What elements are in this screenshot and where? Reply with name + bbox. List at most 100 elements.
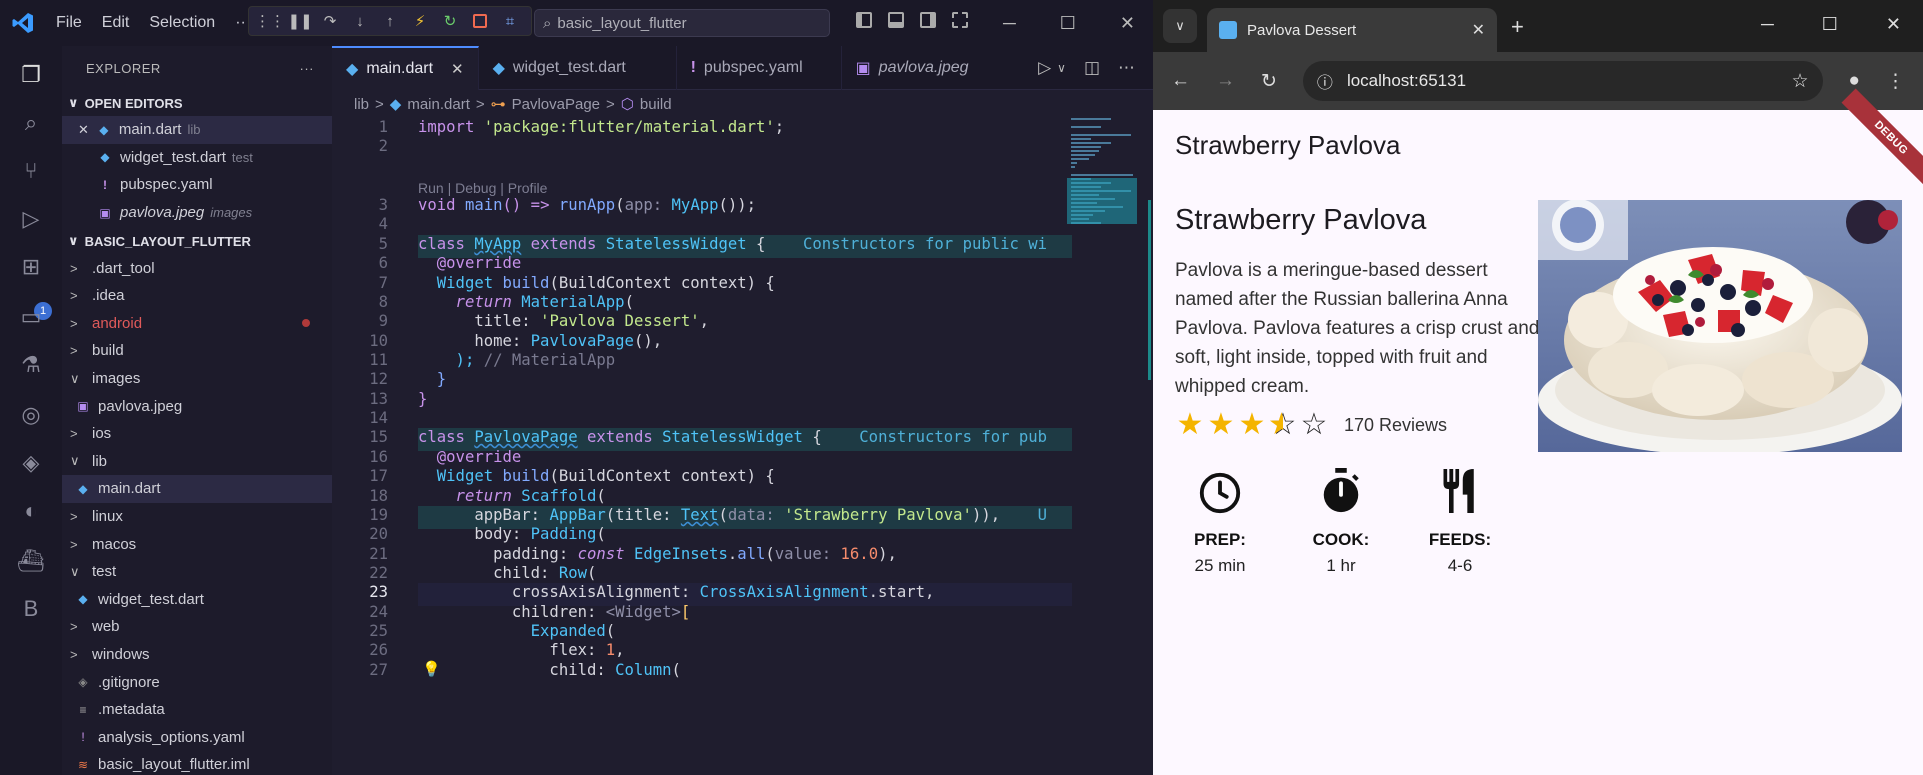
tree-item[interactable]: > android bbox=[62, 310, 332, 338]
tree-item[interactable]: ◈ .gitignore bbox=[62, 668, 332, 696]
customize-layout-icon[interactable] bbox=[952, 12, 968, 28]
step-into-icon[interactable]: ↓ bbox=[350, 11, 370, 31]
vscode-logo-icon[interactable] bbox=[0, 0, 46, 46]
tree-item[interactable]: > web bbox=[62, 613, 332, 641]
step-over-icon[interactable]: ↷ bbox=[320, 11, 340, 31]
run-dropdown-icon[interactable]: ∨ bbox=[1057, 61, 1066, 75]
toggle-primary-sidebar-icon[interactable] bbox=[856, 12, 872, 28]
reload-icon[interactable]: ↻ bbox=[1261, 70, 1277, 93]
menu-file[interactable]: File bbox=[46, 0, 92, 46]
tree-item[interactable]: ∨ test bbox=[62, 558, 332, 586]
tree-item[interactable]: > macos bbox=[62, 530, 332, 558]
command-center-search[interactable]: ⌕ basic_layout_flutter bbox=[534, 9, 830, 37]
address-bar[interactable]: ⓘ localhost:65131 ☆ bbox=[1302, 61, 1823, 101]
tree-item[interactable]: > windows bbox=[62, 641, 332, 669]
close-icon[interactable]: ✕ bbox=[1886, 14, 1901, 35]
tree-item[interactable]: ≋ basic_layout_flutter.iml bbox=[62, 751, 332, 775]
pause-icon[interactable]: ❚❚ bbox=[287, 11, 312, 31]
tab-pubspec[interactable]: ! pubspec.yaml bbox=[677, 46, 842, 90]
open-editor-item[interactable]: ▣ pavlova.jpeg images bbox=[62, 199, 332, 227]
restart-icon[interactable]: ↻ bbox=[440, 11, 460, 31]
tree-item-label: android bbox=[92, 314, 143, 332]
minimize-icon[interactable]: ─ bbox=[1003, 13, 1016, 34]
tree-item[interactable]: > ios bbox=[62, 420, 332, 448]
menu-selection[interactable]: Selection bbox=[139, 0, 225, 46]
open-editor-item[interactable]: ! pubspec.yaml bbox=[62, 171, 332, 199]
tree-item[interactable]: ≡ .metadata bbox=[62, 696, 332, 724]
tab-pavlova-jpeg[interactable]: ▣ pavlova.jpeg bbox=[842, 46, 983, 90]
minimap[interactable] bbox=[1067, 118, 1153, 248]
tree-item[interactable]: ▣ pavlova.jpeg bbox=[62, 392, 332, 420]
inspect-icon[interactable]: ⌗ bbox=[500, 11, 520, 31]
source-control-icon[interactable]: ⑂ bbox=[16, 156, 46, 186]
tree-item[interactable]: > linux bbox=[62, 503, 332, 531]
url-text: localhost:65131 bbox=[1346, 71, 1467, 90]
extensions-icon[interactable]: ⊞ bbox=[16, 252, 46, 282]
explorer-more-icon[interactable]: ··· bbox=[300, 61, 315, 76]
code-editor[interactable]: 1 2 3 4 5 6 7 8 9 10 11 12 13 14 15 16 17 18 19 20 21 22 23 24 2… bbox=[332, 118, 1072, 775]
forward-icon[interactable]: → bbox=[1216, 70, 1235, 92]
step-out-icon[interactable]: ↑ bbox=[380, 11, 400, 31]
minimap-line bbox=[1071, 174, 1133, 176]
tree-item[interactable]: ∨ images bbox=[62, 365, 332, 393]
tree-item[interactable]: ◆ widget_test.dart bbox=[62, 586, 332, 614]
menu-icon[interactable]: ⋮ bbox=[1886, 70, 1905, 93]
tree-item[interactable]: ! analysis_options.yaml bbox=[62, 723, 332, 751]
split-editor-icon[interactable]: ◫ bbox=[1084, 58, 1100, 78]
tree-item[interactable]: ∨ lib bbox=[62, 448, 332, 476]
tree-item[interactable]: > build bbox=[62, 337, 332, 365]
file-tree: > .dart_tool > .idea > android > build ∨ images ▣ p… bbox=[62, 254, 332, 775]
docker-icon[interactable]: ⛴ bbox=[16, 546, 46, 576]
remote-explorer-icon[interactable]: ▭ bbox=[16, 302, 46, 332]
toggle-panel-icon[interactable] bbox=[888, 12, 904, 28]
toggle-secondary-sidebar-icon[interactable] bbox=[920, 12, 936, 28]
minimize-icon[interactable]: ─ bbox=[1761, 14, 1774, 35]
stop-icon[interactable] bbox=[470, 11, 490, 31]
breadcrumb-file[interactable]: main.dart bbox=[407, 96, 470, 113]
back-icon[interactable]: ← bbox=[1171, 70, 1190, 92]
menu-edit[interactable]: Edit bbox=[92, 0, 140, 46]
bookmark-star-icon[interactable]: ☆ bbox=[1791, 70, 1808, 93]
site-info-icon[interactable]: ⓘ bbox=[1317, 69, 1333, 93]
tab-search-icon[interactable]: ∨ bbox=[1163, 9, 1197, 43]
search-icon[interactable]: ⌕ bbox=[16, 108, 46, 138]
gitlens-icon[interactable]: ◎ bbox=[16, 400, 46, 430]
more-actions-icon[interactable]: ⋯ bbox=[1118, 58, 1135, 78]
tab-main-dart[interactable]: ◆ main.dart ✕ bbox=[332, 46, 479, 90]
b-extension-icon[interactable]: B bbox=[16, 594, 46, 624]
drag-handle-icon[interactable]: ⋮⋮ bbox=[255, 11, 285, 31]
explorer-icon[interactable]: ❐ bbox=[16, 60, 46, 90]
minimap-viewport[interactable] bbox=[1067, 178, 1137, 224]
open-editor-item[interactable]: ✕ ◆ main.dart lib bbox=[62, 116, 332, 144]
edge-icon[interactable]: ◐ bbox=[16, 496, 46, 526]
breadcrumb-method[interactable]: build bbox=[640, 96, 672, 113]
tab-widget-test[interactable]: ◆ widget_test.dart bbox=[479, 46, 677, 90]
maximize-icon[interactable]: ☐ bbox=[1822, 14, 1838, 35]
close-tab-icon[interactable]: ✕ bbox=[1472, 20, 1485, 40]
browser-tab[interactable]: Pavlova Dessert ✕ bbox=[1207, 8, 1497, 52]
breadcrumb-class[interactable]: PavlovaPage bbox=[512, 96, 600, 113]
scrollbar-indicator[interactable] bbox=[1148, 200, 1151, 380]
close-tab-icon[interactable]: ✕ bbox=[451, 60, 464, 78]
breadcrumb-lib[interactable]: lib bbox=[354, 96, 369, 113]
close-icon[interactable]: ✕ bbox=[78, 122, 89, 138]
run-debug-icon[interactable]: ▷ bbox=[16, 204, 46, 234]
close-icon[interactable]: ✕ bbox=[1120, 13, 1135, 34]
hot-reload-icon[interactable]: ⚡ bbox=[410, 11, 430, 31]
chevron-right-icon: > bbox=[70, 288, 78, 304]
open-editor-item[interactable]: ◆ widget_test.dart test bbox=[62, 144, 332, 172]
code-line-26: flex: 1, bbox=[418, 641, 625, 659]
tree-item[interactable]: > .dart_tool bbox=[62, 254, 332, 282]
flutter-icon[interactable]: ◈ bbox=[16, 448, 46, 478]
project-section[interactable]: ∨ BASIC_LAYOUT_FLUTTER bbox=[62, 228, 332, 254]
testing-icon[interactable]: ⚗ bbox=[16, 350, 46, 380]
code-line-19: appBar: AppBar(title: Text(data: 'Strawb… bbox=[418, 506, 1048, 524]
tree-item[interactable]: > .idea bbox=[62, 282, 332, 310]
run-icon[interactable]: ▷ bbox=[1038, 58, 1051, 78]
new-tab-button[interactable]: + bbox=[1511, 14, 1524, 40]
open-editors-section[interactable]: ∨ OPEN EDITORS bbox=[62, 90, 332, 116]
codelens[interactable]: Run | Debug | Profile bbox=[418, 180, 547, 196]
tree-item[interactable]: ◆ main.dart bbox=[62, 475, 332, 503]
lightbulb-icon[interactable]: 💡 bbox=[422, 660, 441, 678]
maximize-icon[interactable]: ☐ bbox=[1060, 13, 1076, 34]
